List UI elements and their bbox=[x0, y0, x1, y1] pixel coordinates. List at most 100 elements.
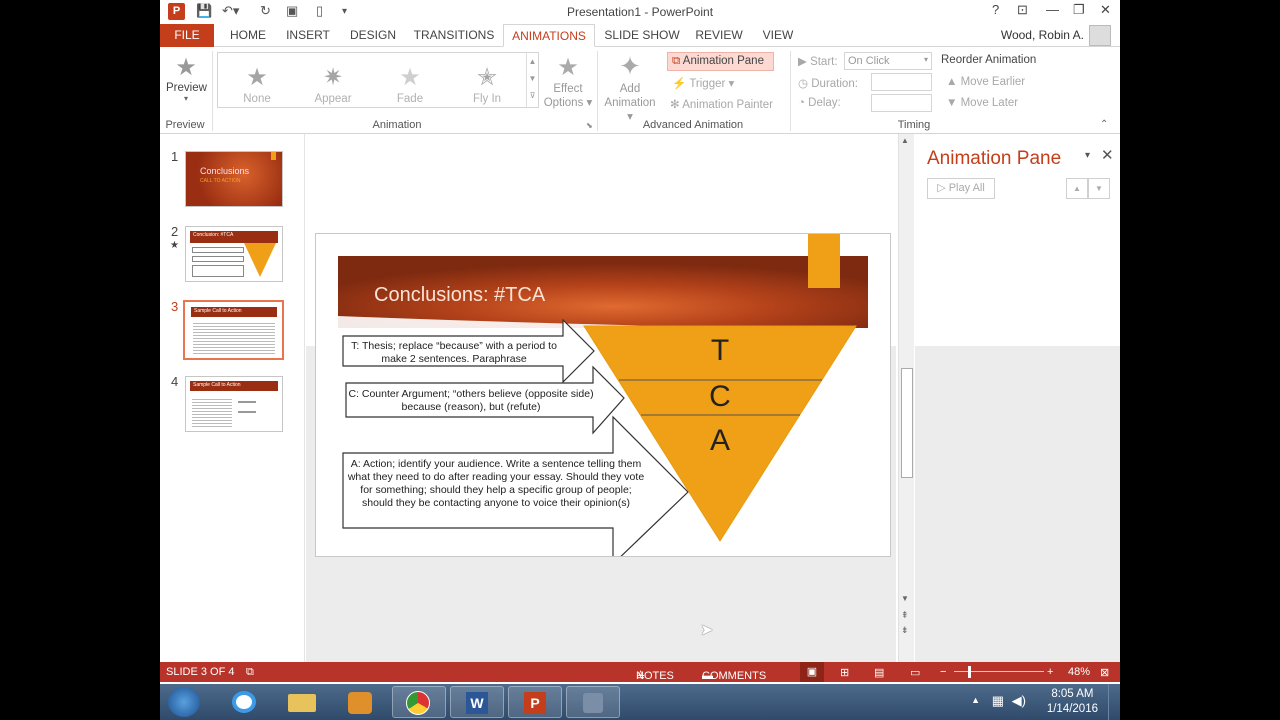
window-title: Presentation1 - PowerPoint bbox=[566, 5, 714, 19]
animation-pane: Animation Pane ▾ ✕ ▷ Play All ▲ ▼ bbox=[915, 134, 1120, 662]
show-hidden-icons-icon[interactable]: ▲ bbox=[971, 695, 980, 705]
slide-thumbnail-1[interactable]: Conclusions CALL TO ACTION bbox=[185, 151, 283, 207]
animation-pane-button[interactable]: ⧉ Animation Pane bbox=[667, 52, 774, 71]
slide-thumbnail-2[interactable]: Conclusion: #TCA bbox=[185, 226, 283, 282]
reading-view-icon[interactable]: ▤ bbox=[874, 666, 884, 679]
word-icon[interactable]: W bbox=[450, 686, 504, 718]
effect-options-button[interactable]: ★ Effect Options ▾ bbox=[543, 53, 593, 110]
chrome-icon[interactable] bbox=[392, 686, 446, 718]
system-clock[interactable]: 8:05 AM 1/14/2016 bbox=[1047, 687, 1098, 717]
normal-view-icon[interactable]: ▣ bbox=[800, 662, 824, 682]
tab-slide-show[interactable]: SLIDE SHOW bbox=[600, 24, 684, 47]
duration-input[interactable] bbox=[871, 73, 932, 91]
zoom-out-icon[interactable]: − bbox=[940, 666, 946, 678]
scroll-down-icon[interactable]: ▼ bbox=[901, 594, 909, 603]
zoom-slider-thumb[interactable] bbox=[968, 666, 971, 678]
duration-label-text: Duration: bbox=[811, 78, 858, 90]
thumbnail-text-lines bbox=[238, 401, 256, 403]
slideshow-view-icon[interactable]: ▭ bbox=[910, 666, 920, 679]
next-slide-icon[interactable]: ⇟ bbox=[901, 625, 909, 636]
trigger-icon: ⚡ bbox=[672, 78, 687, 90]
help-button[interactable]: ? bbox=[992, 2, 999, 17]
thumbnail-title: Sample Call to Action bbox=[193, 382, 241, 388]
file-explorer-icon[interactable] bbox=[276, 686, 330, 718]
move-earlier-button[interactable]: ▲ Move Earlier bbox=[946, 76, 1025, 88]
arrow-text-t: T: Thesis; replace “because” with a peri… bbox=[351, 340, 557, 365]
slide-scrollbar[interactable]: ▲ ▼ ⇞ ⇟ bbox=[898, 134, 914, 662]
group-label-timing: Timing bbox=[897, 119, 931, 131]
chevron-down-icon: ▾ bbox=[183, 94, 188, 103]
gallery-appear[interactable]: ✷ Appear bbox=[298, 63, 368, 105]
tab-design[interactable]: DESIGN bbox=[342, 24, 404, 47]
zoom-level[interactable]: 48% bbox=[1068, 666, 1090, 678]
slide-counter[interactable]: SLIDE 3 OF 4 bbox=[166, 666, 234, 678]
dialog-launcher-icon[interactable]: ⬊ bbox=[586, 121, 593, 130]
tab-transitions[interactable]: TRANSITIONS bbox=[412, 24, 496, 47]
move-later-button[interactable]: ▼ Move Later bbox=[946, 97, 1018, 109]
delay-input[interactable] bbox=[871, 94, 932, 112]
user-name[interactable]: Wood, Robin A. bbox=[1001, 28, 1084, 42]
triangle-letter-c: C bbox=[709, 380, 731, 413]
scrollbar-thumb[interactable] bbox=[901, 368, 913, 478]
volume-icon[interactable]: ◀) bbox=[1012, 693, 1026, 709]
gallery-fade[interactable]: ★ Fade bbox=[375, 63, 445, 105]
avatar[interactable] bbox=[1089, 25, 1111, 46]
media-player-icon[interactable] bbox=[334, 686, 388, 718]
tab-review[interactable]: REVIEW bbox=[690, 24, 748, 47]
effect-options-line2: Options bbox=[543, 97, 584, 109]
appear-star-icon: ✷ bbox=[322, 64, 344, 91]
arrow-down-icon: ▼ bbox=[946, 97, 958, 109]
gallery-scroll[interactable]: ▲ ▼ ⊽ bbox=[526, 53, 538, 107]
restore-button[interactable]: ❐ bbox=[1073, 2, 1085, 18]
animation-painter-button[interactable]: ✻ Animation Painter bbox=[670, 97, 773, 111]
slide-editing-area: 1 2 3 bbox=[306, 134, 896, 662]
slide-sorter-icon[interactable]: ⊞ bbox=[840, 666, 849, 679]
move-up-button[interactable]: ▲ bbox=[1066, 178, 1088, 199]
delay-label: ◔ Delay: bbox=[798, 97, 841, 109]
start-dropdown[interactable]: On Click ▾ bbox=[844, 52, 932, 70]
notes-label: NOTES bbox=[636, 670, 674, 682]
start-label: ▶ Start: bbox=[798, 54, 838, 68]
tab-file[interactable]: FILE bbox=[160, 24, 214, 47]
close-button[interactable]: ✕ bbox=[1100, 2, 1111, 18]
slide-canvas[interactable]: Conclusions: #TCA T: Thesis; replace “be… bbox=[315, 233, 891, 557]
title-bar: P 💾 ↶▾ ↻ ▣ ▯ ▾ Presentation1 - PowerPoin… bbox=[160, 0, 1120, 24]
trigger-button[interactable]: ⚡ Trigger ▾ bbox=[672, 76, 734, 90]
slide-thumbnail-4[interactable]: Sample Call to Action bbox=[185, 376, 283, 432]
network-icon[interactable]: ▦ bbox=[992, 693, 1004, 709]
move-down-button[interactable]: ▼ bbox=[1088, 178, 1110, 199]
slide-thumbnail-3[interactable]: Sample Call to Action bbox=[183, 300, 284, 360]
add-animation-button[interactable]: ✦ Add Animation ▾ bbox=[604, 51, 656, 124]
tab-home[interactable]: HOME bbox=[218, 24, 278, 47]
show-desktop-button[interactable] bbox=[1108, 684, 1120, 720]
trigger-label: Trigger bbox=[689, 78, 726, 90]
collapse-ribbon-icon[interactable]: ⌃ bbox=[1100, 119, 1108, 130]
comments-label: COMMENTS bbox=[702, 670, 767, 682]
pane-options-icon[interactable]: ▾ bbox=[1085, 150, 1090, 161]
ribbon: ★ Preview ▾ Preview ★ None ✷ Appear ★ Fa… bbox=[160, 47, 1120, 134]
recorder-icon[interactable] bbox=[566, 686, 620, 718]
powerpoint-icon[interactable]: P bbox=[508, 686, 562, 718]
minimize-button[interactable]: — bbox=[1046, 2, 1059, 17]
effect-options-label: Effect Options ▾ bbox=[543, 83, 593, 109]
gallery-fly-in[interactable]: ✭ Fly In bbox=[452, 63, 522, 105]
fit-to-window-icon[interactable]: ⊠ bbox=[1100, 666, 1109, 679]
animation-gallery: ★ None ✷ Appear ★ Fade ✭ Fly In bbox=[217, 52, 539, 108]
start-button[interactable] bbox=[168, 687, 200, 717]
spell-check-icon[interactable]: ⧉ bbox=[246, 666, 254, 679]
gallery-none[interactable]: ★ None bbox=[222, 63, 292, 105]
tab-view[interactable]: VIEW bbox=[754, 24, 802, 47]
ie-icon[interactable] bbox=[218, 686, 272, 718]
duration-label: ◷ Duration: bbox=[798, 76, 858, 90]
zoom-in-icon[interactable]: + bbox=[1047, 666, 1053, 678]
scroll-up-icon[interactable]: ▲ bbox=[901, 136, 909, 145]
tab-animations[interactable]: ANIMATIONS bbox=[503, 24, 595, 47]
preview-button[interactable]: ★ Preview ▾ bbox=[166, 53, 207, 103]
thumbnail-arrow bbox=[192, 256, 244, 262]
play-all-button[interactable]: ▷ Play All bbox=[927, 178, 995, 199]
group-label-preview: Preview bbox=[165, 119, 205, 131]
previous-slide-icon[interactable]: ⇞ bbox=[901, 610, 909, 621]
close-pane-icon[interactable]: ✕ bbox=[1101, 146, 1114, 164]
tab-insert[interactable]: INSERT bbox=[282, 24, 334, 47]
ribbon-display-options-button[interactable]: ⊡ bbox=[1017, 2, 1028, 18]
